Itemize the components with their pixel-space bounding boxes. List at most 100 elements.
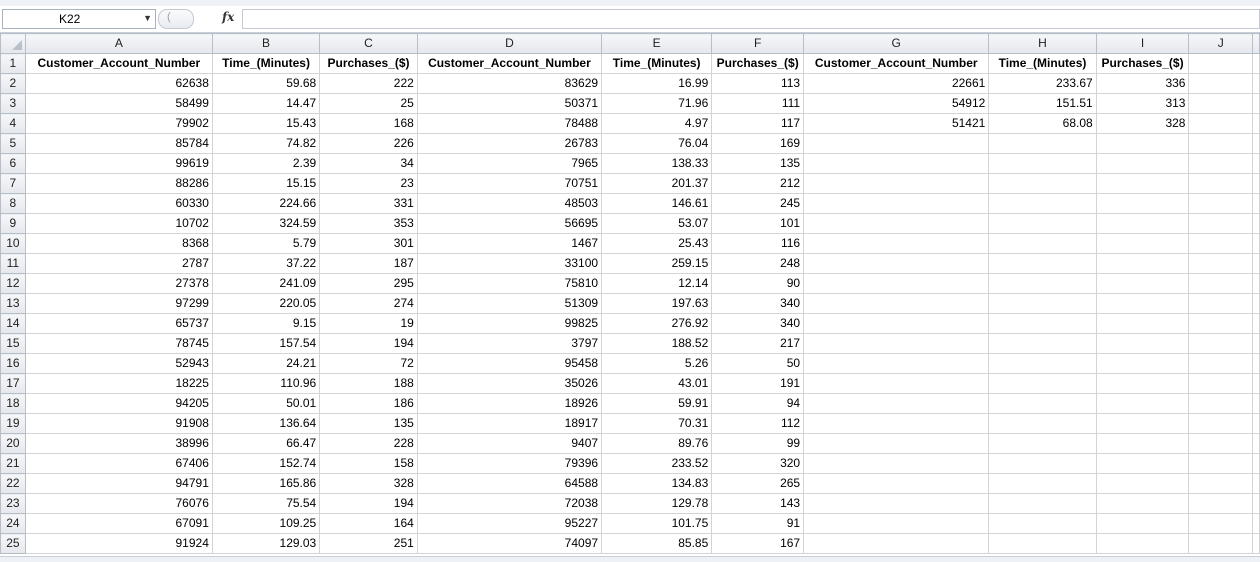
cell-k13[interactable] bbox=[1252, 293, 1260, 314]
cell-b22[interactable]: 165.86 bbox=[211, 473, 321, 494]
row-header-14[interactable]: 14 bbox=[0, 313, 26, 334]
cell-d25[interactable]: 74097 bbox=[416, 533, 603, 554]
cell-b13[interactable]: 220.05 bbox=[211, 293, 321, 314]
cell-c18[interactable]: 186 bbox=[319, 393, 418, 414]
row-header-1[interactable]: 1 bbox=[0, 53, 26, 74]
cell-f24[interactable]: 91 bbox=[711, 513, 805, 534]
cell-b15[interactable]: 157.54 bbox=[211, 333, 321, 354]
cell-a11[interactable]: 2787 bbox=[24, 253, 213, 274]
cell-d17[interactable]: 35026 bbox=[416, 373, 603, 394]
cell-c20[interactable]: 228 bbox=[319, 433, 418, 454]
cell-b24[interactable]: 109.25 bbox=[211, 513, 321, 534]
cell-b20[interactable]: 66.47 bbox=[211, 433, 321, 454]
name-box-dropdown-icon[interactable]: ▼ bbox=[143, 13, 152, 23]
cell-d19[interactable]: 18917 bbox=[416, 413, 603, 434]
cell-j24[interactable] bbox=[1188, 513, 1253, 534]
cell-e3[interactable]: 71.96 bbox=[601, 93, 713, 114]
cell-k8[interactable] bbox=[1252, 193, 1260, 214]
cell-j1[interactable] bbox=[1188, 53, 1253, 74]
cell-h7[interactable] bbox=[988, 173, 1097, 194]
column-header-h[interactable]: H bbox=[988, 33, 1097, 54]
cell-b10[interactable]: 5.79 bbox=[211, 233, 321, 254]
cell-d20[interactable]: 9407 bbox=[416, 433, 603, 454]
cell-b8[interactable]: 224.66 bbox=[211, 193, 321, 214]
cell-i15[interactable] bbox=[1095, 333, 1190, 354]
cell-h12[interactable] bbox=[988, 273, 1097, 294]
cell-a10[interactable]: 8368 bbox=[24, 233, 213, 254]
cell-i2[interactable]: 336 bbox=[1095, 73, 1190, 94]
cell-f19[interactable]: 112 bbox=[711, 413, 805, 434]
cell-header-b[interactable]: Time_(Minutes) bbox=[211, 53, 321, 74]
row-header-21[interactable]: 21 bbox=[0, 453, 26, 474]
cell-f10[interactable]: 116 bbox=[711, 233, 805, 254]
cell-g8[interactable] bbox=[803, 193, 990, 214]
cell-k19[interactable] bbox=[1252, 413, 1260, 434]
row-header-17[interactable]: 17 bbox=[0, 373, 26, 394]
cell-f25[interactable]: 167 bbox=[711, 533, 805, 554]
cell-f23[interactable]: 143 bbox=[711, 493, 805, 514]
row-header-5[interactable]: 5 bbox=[0, 133, 26, 154]
cell-h10[interactable] bbox=[988, 233, 1097, 254]
cell-a19[interactable]: 91908 bbox=[24, 413, 213, 434]
cell-d11[interactable]: 33100 bbox=[416, 253, 603, 274]
cell-d7[interactable]: 70751 bbox=[416, 173, 603, 194]
cell-i20[interactable] bbox=[1095, 433, 1190, 454]
cell-e21[interactable]: 233.52 bbox=[601, 453, 713, 474]
cell-f3[interactable]: 111 bbox=[711, 93, 805, 114]
column-header-j[interactable]: J bbox=[1188, 33, 1253, 54]
cell-c6[interactable]: 34 bbox=[319, 153, 418, 174]
cell-i9[interactable] bbox=[1095, 213, 1190, 234]
cell-c21[interactable]: 158 bbox=[319, 453, 418, 474]
cell-c25[interactable]: 251 bbox=[319, 533, 418, 554]
cell-a9[interactable]: 10702 bbox=[24, 213, 213, 234]
cell-c5[interactable]: 226 bbox=[319, 133, 418, 154]
cell-d14[interactable]: 99825 bbox=[416, 313, 603, 334]
cell-a3[interactable]: 58499 bbox=[24, 93, 213, 114]
cell-i18[interactable] bbox=[1095, 393, 1190, 414]
column-header-g[interactable]: G bbox=[803, 33, 990, 54]
cell-e19[interactable]: 70.31 bbox=[601, 413, 713, 434]
cell-j12[interactable] bbox=[1188, 273, 1253, 294]
cell-f5[interactable]: 169 bbox=[711, 133, 805, 154]
cell-a25[interactable]: 91924 bbox=[24, 533, 213, 554]
cell-j20[interactable] bbox=[1188, 433, 1253, 454]
row-header-22[interactable]: 22 bbox=[0, 473, 26, 494]
cell-e20[interactable]: 89.76 bbox=[601, 433, 713, 454]
column-header-i[interactable]: I bbox=[1095, 33, 1190, 54]
cell-i22[interactable] bbox=[1095, 473, 1190, 494]
cell-d3[interactable]: 50371 bbox=[416, 93, 603, 114]
cell-g12[interactable] bbox=[803, 273, 990, 294]
cell-h11[interactable] bbox=[988, 253, 1097, 274]
cell-e25[interactable]: 85.85 bbox=[601, 533, 713, 554]
cell-b6[interactable]: 2.39 bbox=[211, 153, 321, 174]
cell-i23[interactable] bbox=[1095, 493, 1190, 514]
cell-g6[interactable] bbox=[803, 153, 990, 174]
cell-e6[interactable]: 138.33 bbox=[601, 153, 713, 174]
select-all-corner[interactable] bbox=[0, 33, 26, 54]
cell-k14[interactable] bbox=[1252, 313, 1260, 334]
cell-h17[interactable] bbox=[988, 373, 1097, 394]
cell-k2[interactable] bbox=[1252, 73, 1260, 94]
cell-k20[interactable] bbox=[1252, 433, 1260, 454]
cell-e5[interactable]: 76.04 bbox=[601, 133, 713, 154]
cell-j11[interactable] bbox=[1188, 253, 1253, 274]
cell-j17[interactable] bbox=[1188, 373, 1253, 394]
cell-c15[interactable]: 194 bbox=[319, 333, 418, 354]
row-header-12[interactable]: 12 bbox=[0, 273, 26, 294]
cell-k12[interactable] bbox=[1252, 273, 1260, 294]
cell-g21[interactable] bbox=[803, 453, 990, 474]
cell-e16[interactable]: 5.26 bbox=[601, 353, 713, 374]
cell-k3[interactable] bbox=[1252, 93, 1260, 114]
cell-i14[interactable] bbox=[1095, 313, 1190, 334]
cell-a17[interactable]: 18225 bbox=[24, 373, 213, 394]
cell-d5[interactable]: 26783 bbox=[416, 133, 603, 154]
cell-a5[interactable]: 85784 bbox=[24, 133, 213, 154]
cell-g3[interactable]: 54912 bbox=[803, 93, 990, 114]
cell-i25[interactable] bbox=[1095, 533, 1190, 554]
cell-b19[interactable]: 136.64 bbox=[211, 413, 321, 434]
cell-b18[interactable]: 50.01 bbox=[211, 393, 321, 414]
cell-d21[interactable]: 79396 bbox=[416, 453, 603, 474]
cell-f16[interactable]: 50 bbox=[711, 353, 805, 374]
cell-k21[interactable] bbox=[1252, 453, 1260, 474]
cell-b4[interactable]: 15.43 bbox=[211, 113, 321, 134]
